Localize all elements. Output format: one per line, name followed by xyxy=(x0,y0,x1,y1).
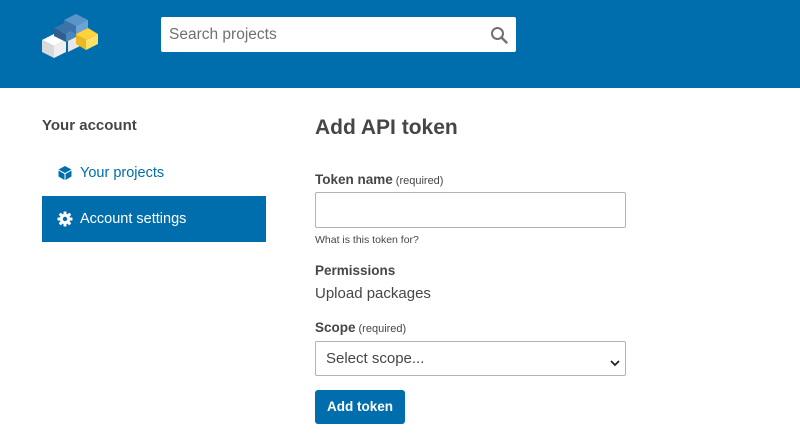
search-icon[interactable] xyxy=(490,26,508,44)
add-token-button[interactable]: Add token xyxy=(315,390,405,424)
token-name-help: What is this token for? xyxy=(315,234,419,246)
sidebar-item-account-settings[interactable]: Account settings xyxy=(42,196,266,242)
site-header: Search projects xyxy=(0,0,800,88)
scope-select-value: Select scope... xyxy=(326,350,425,367)
cube-icon xyxy=(57,165,73,181)
page-title: Add API token xyxy=(315,116,458,139)
sidebar-item-your-projects[interactable]: Your projects xyxy=(42,150,266,196)
pypi-logo[interactable] xyxy=(40,12,102,60)
gear-icon xyxy=(57,211,73,227)
search-input[interactable]: Search projects xyxy=(169,17,277,52)
scope-select[interactable]: Select scope... xyxy=(315,341,626,376)
sidebar-item-label: Your projects xyxy=(80,165,165,181)
permissions-label: Permissions xyxy=(315,263,396,278)
sidebar-title: Your account xyxy=(42,117,137,134)
search-bar[interactable]: Search projects xyxy=(161,17,516,52)
sidebar-item-label: Account settings xyxy=(80,211,187,227)
permissions-value: Upload packages xyxy=(315,285,431,302)
chevron-down-icon xyxy=(610,354,620,367)
scope-label: Scope (required) xyxy=(315,320,407,335)
token-name-label: Token name (required) xyxy=(315,172,444,187)
token-name-input[interactable] xyxy=(315,192,626,228)
